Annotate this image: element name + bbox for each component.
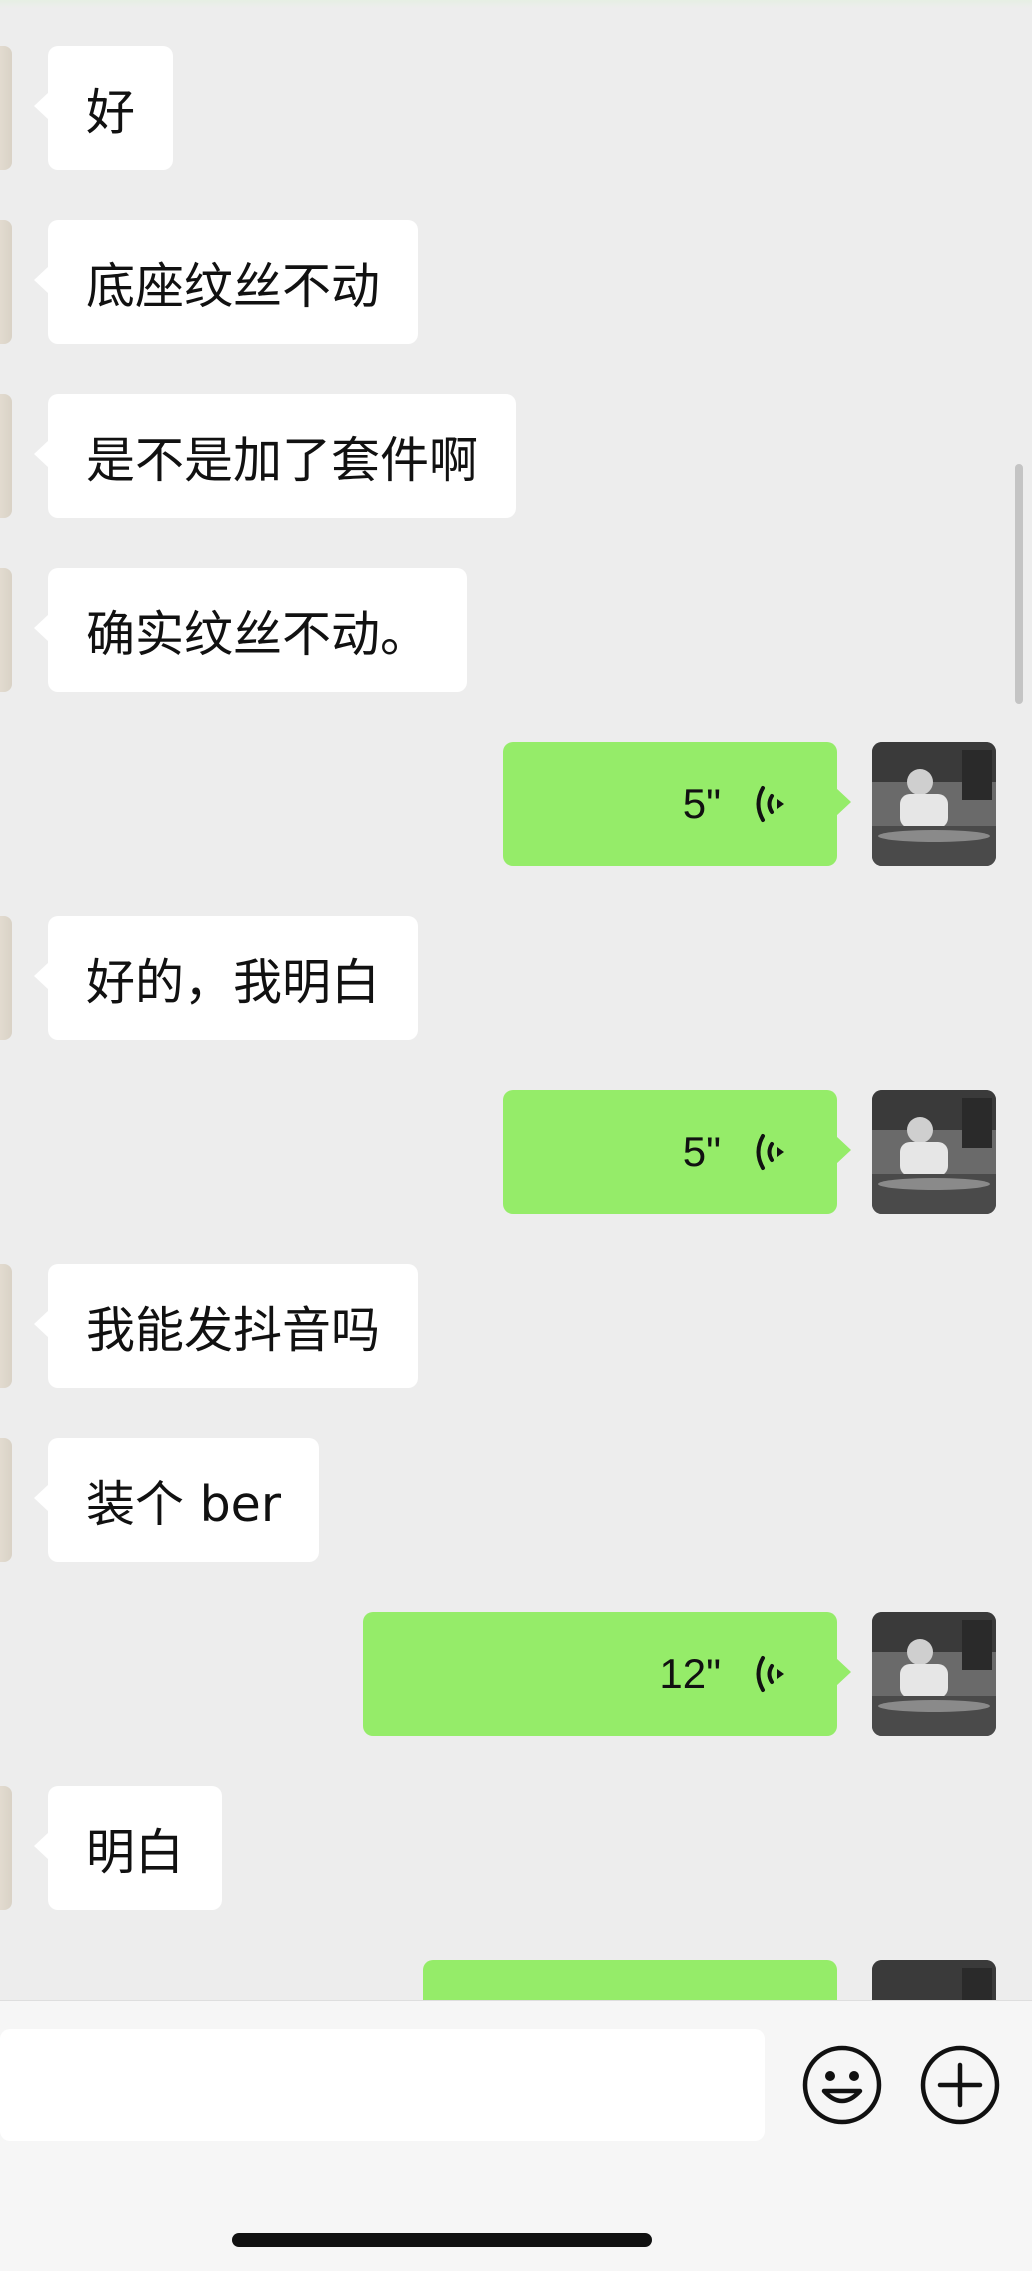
message-text: 好的，我明白	[86, 953, 381, 1011]
message-text: 好	[86, 83, 136, 141]
voice-duration: 5"	[682, 780, 721, 827]
avatar[interactable]	[0, 916, 12, 1040]
scrollbar[interactable]	[1015, 464, 1023, 704]
message-received: 明白	[0, 1786, 1032, 1910]
input-toolbar	[0, 2000, 1032, 2271]
avatar[interactable]	[0, 1264, 12, 1388]
message-bubble[interactable]: 是不是加了套件啊	[33, 394, 517, 518]
message-received: 确实纹丝不动。	[0, 568, 1032, 692]
message-bubble[interactable]: 好的，我明白	[33, 916, 419, 1040]
message-bubble[interactable]: 底座纹丝不动	[33, 220, 419, 344]
chat-area[interactable]: 好 底座纹丝不动 是不是加了套件啊 确实纹丝不动。 5" 好的，我明白 5" 我…	[0, 0, 1032, 2000]
avatar[interactable]	[872, 742, 996, 866]
plus-icon[interactable]	[918, 2043, 1002, 2127]
message-sent-voice: 5"	[0, 742, 1032, 866]
message-received: 底座纹丝不动	[0, 220, 1032, 344]
message-text: 确实纹丝不动。	[86, 605, 430, 663]
voice-message-bubble[interactable]: 5"	[503, 742, 851, 866]
avatar[interactable]	[0, 394, 12, 518]
avatar[interactable]	[0, 1786, 12, 1910]
avatar[interactable]	[0, 220, 12, 344]
message-received: 是不是加了套件啊	[0, 394, 1032, 518]
message-sent-voice	[0, 1960, 1032, 2000]
message-text: 是不是加了套件啊	[86, 431, 479, 489]
home-indicator[interactable]	[232, 2233, 652, 2247]
voice-duration: 5"	[682, 1128, 721, 1175]
voice-message-bubble[interactable]: 12"	[363, 1612, 851, 1736]
avatar[interactable]	[872, 1960, 996, 2000]
message-text: 底座纹丝不动	[86, 257, 381, 315]
avatar[interactable]	[0, 1438, 12, 1562]
message-text: 我能发抖音吗	[86, 1301, 381, 1359]
message-received: 好的，我明白	[0, 916, 1032, 1040]
voice-duration: 12"	[659, 1650, 721, 1697]
message-text: 明白	[86, 1823, 185, 1881]
avatar[interactable]	[0, 46, 12, 170]
message-bubble[interactable]: 我能发抖音吗	[33, 1264, 419, 1388]
voice-wave-icon	[756, 1656, 784, 1692]
voice-message-bubble[interactable]: 5"	[503, 1090, 851, 1214]
message-received: 好	[0, 46, 1032, 170]
message-sent-voice: 12"	[0, 1612, 1032, 1736]
voice-wave-icon	[756, 1134, 784, 1170]
voice-wave-icon	[756, 786, 784, 822]
message-bubble[interactable]: 装个 ber	[34, 1438, 319, 1562]
emoji-icon[interactable]	[800, 2043, 884, 2127]
message-text: 装个 ber	[86, 1475, 281, 1533]
avatar[interactable]	[872, 1090, 996, 1214]
voice-message-bubble[interactable]	[423, 1960, 837, 2000]
avatar[interactable]	[872, 1612, 996, 1736]
message-bubble[interactable]: 确实纹丝不动。	[33, 568, 468, 692]
message-received: 我能发抖音吗	[0, 1264, 1032, 1388]
message-bubble[interactable]: 明白	[33, 1786, 223, 1910]
message-received: 装个 ber	[0, 1438, 1032, 1562]
message-input[interactable]	[0, 2029, 765, 2141]
avatar[interactable]	[0, 568, 12, 692]
message-sent-voice: 5"	[0, 1090, 1032, 1214]
message-bubble[interactable]: 好	[33, 46, 174, 170]
